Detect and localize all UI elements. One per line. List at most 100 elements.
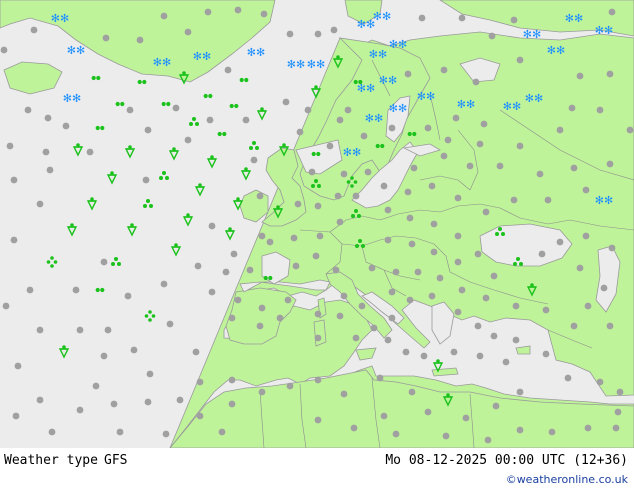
snow-icon bbox=[50, 12, 70, 25]
dry-dot-icon bbox=[458, 14, 466, 22]
snow-icon bbox=[368, 48, 388, 61]
dry-dot-icon bbox=[246, 266, 254, 274]
dry-dot-icon bbox=[380, 412, 388, 420]
dry-dot-icon bbox=[364, 168, 372, 176]
dry-dot-icon bbox=[76, 326, 84, 334]
dry-dot-icon bbox=[408, 388, 416, 396]
dry-dot-icon bbox=[208, 222, 216, 230]
dry-dot-icon bbox=[224, 66, 232, 74]
dry-dot-icon bbox=[406, 296, 414, 304]
dry-dot-icon bbox=[172, 104, 180, 112]
dry-dot-icon bbox=[612, 424, 620, 432]
snow-icon bbox=[378, 74, 398, 87]
dry-dot-icon bbox=[258, 232, 266, 240]
snow-icon bbox=[342, 146, 362, 159]
dry-dot-icon bbox=[62, 122, 70, 130]
dry-dot-icon bbox=[234, 6, 242, 14]
dry-dot-icon bbox=[314, 310, 322, 318]
dry-dot-icon bbox=[314, 30, 322, 38]
credit-link[interactable]: ©weatheronline.co.uk bbox=[506, 473, 628, 486]
dry-dot-icon bbox=[402, 348, 410, 356]
dry-dot-icon bbox=[30, 26, 38, 34]
dry-dot-icon bbox=[344, 106, 352, 114]
dry-dot-icon bbox=[258, 304, 266, 312]
dry-dot-icon bbox=[428, 292, 436, 300]
dry-dot-icon bbox=[570, 164, 578, 172]
dry-dot-icon bbox=[36, 200, 44, 208]
dry-dot-icon bbox=[430, 248, 438, 256]
dry-dot-icon bbox=[24, 106, 32, 114]
dry-dot-icon bbox=[266, 238, 274, 246]
dry-dot-icon bbox=[230, 250, 238, 258]
dry-dot-icon bbox=[608, 8, 616, 16]
dry-dot-icon bbox=[314, 334, 322, 342]
dry-dot-icon bbox=[102, 34, 110, 42]
dry-dot-icon bbox=[36, 396, 44, 404]
dry-dot-icon bbox=[490, 332, 498, 340]
dry-dot-icon bbox=[162, 430, 170, 438]
dry-dot-icon bbox=[282, 98, 290, 106]
dry-dot-icon bbox=[384, 336, 392, 344]
dry-dot-icon bbox=[340, 292, 348, 300]
dry-dot-icon bbox=[206, 116, 214, 124]
dry-dot-icon bbox=[336, 116, 344, 124]
dry-dot-icon bbox=[452, 114, 460, 122]
dry-dot-icon bbox=[326, 142, 334, 150]
dry-dot-icon bbox=[454, 194, 462, 202]
dry-dot-icon bbox=[380, 182, 388, 190]
dry-dot-icon bbox=[2, 302, 10, 310]
dry-dot-icon bbox=[260, 10, 268, 18]
dry-dot-icon bbox=[192, 348, 200, 356]
dry-dot-icon bbox=[614, 408, 622, 416]
dry-dot-icon bbox=[576, 72, 584, 80]
dry-dot-icon bbox=[46, 166, 54, 174]
dry-dot-icon bbox=[584, 424, 592, 432]
dry-dot-icon bbox=[450, 348, 458, 356]
dry-dot-icon bbox=[542, 306, 550, 314]
dry-dot-icon bbox=[312, 252, 320, 260]
dry-dot-icon bbox=[404, 188, 412, 196]
dry-dot-icon bbox=[222, 268, 230, 276]
dry-dot-icon bbox=[340, 170, 348, 178]
dry-dot-icon bbox=[512, 302, 520, 310]
dry-dot-icon bbox=[392, 268, 400, 276]
dry-dot-icon bbox=[454, 258, 462, 266]
dry-dot-icon bbox=[0, 46, 8, 54]
snow-icon bbox=[388, 38, 408, 51]
snow-icon bbox=[456, 98, 476, 111]
dry-dot-icon bbox=[542, 350, 550, 358]
dry-dot-icon bbox=[242, 116, 250, 124]
snow-icon bbox=[356, 18, 376, 31]
dry-dot-icon bbox=[388, 124, 396, 132]
dry-dot-icon bbox=[332, 266, 340, 274]
dry-dot-icon bbox=[228, 400, 236, 408]
dry-dot-icon bbox=[42, 148, 50, 156]
dry-dot-icon bbox=[516, 142, 524, 150]
dry-dot-icon bbox=[160, 280, 168, 288]
dry-dot-icon bbox=[616, 388, 624, 396]
dry-dot-icon bbox=[564, 374, 572, 382]
dry-dot-icon bbox=[258, 388, 266, 396]
dry-dot-icon bbox=[544, 196, 552, 204]
snow-icon bbox=[524, 92, 544, 105]
dry-dot-icon bbox=[130, 346, 138, 354]
dry-dot-icon bbox=[110, 400, 118, 408]
dry-dot-icon bbox=[184, 136, 192, 144]
dry-dot-icon bbox=[330, 26, 338, 34]
dry-dot-icon bbox=[10, 176, 18, 184]
map-title: Weather type bbox=[4, 453, 98, 468]
dry-dot-icon bbox=[388, 314, 396, 322]
dry-dot-icon bbox=[336, 312, 344, 320]
dry-dot-icon bbox=[334, 192, 342, 200]
dry-dot-icon bbox=[6, 142, 14, 150]
dry-dot-icon bbox=[218, 428, 226, 436]
snow-icon bbox=[192, 50, 212, 63]
dry-dot-icon bbox=[368, 264, 376, 272]
dry-dot-icon bbox=[442, 432, 450, 440]
valid-time: Mo 08-12-2025 00:00 UTC (12+36) bbox=[385, 453, 628, 468]
dry-dot-icon bbox=[484, 436, 492, 444]
dry-dot-icon bbox=[336, 218, 344, 226]
dry-dot-icon bbox=[424, 408, 432, 416]
snow-icon bbox=[372, 10, 392, 23]
dry-dot-icon bbox=[308, 168, 316, 176]
